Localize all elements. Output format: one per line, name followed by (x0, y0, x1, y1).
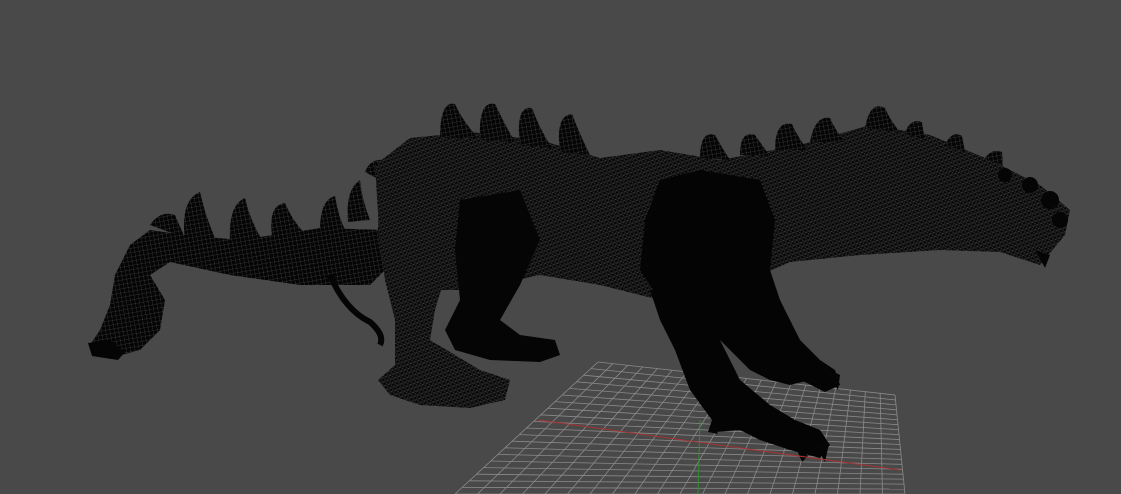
grid-line (505, 447, 902, 460)
dragon-mesh-model[interactable] (88, 103, 1070, 462)
dragon-tail-tendril (327, 273, 385, 347)
grid-line (497, 454, 903, 465)
viewport-canvas[interactable] (0, 0, 1121, 494)
3d-viewport[interactable] (0, 0, 1121, 494)
